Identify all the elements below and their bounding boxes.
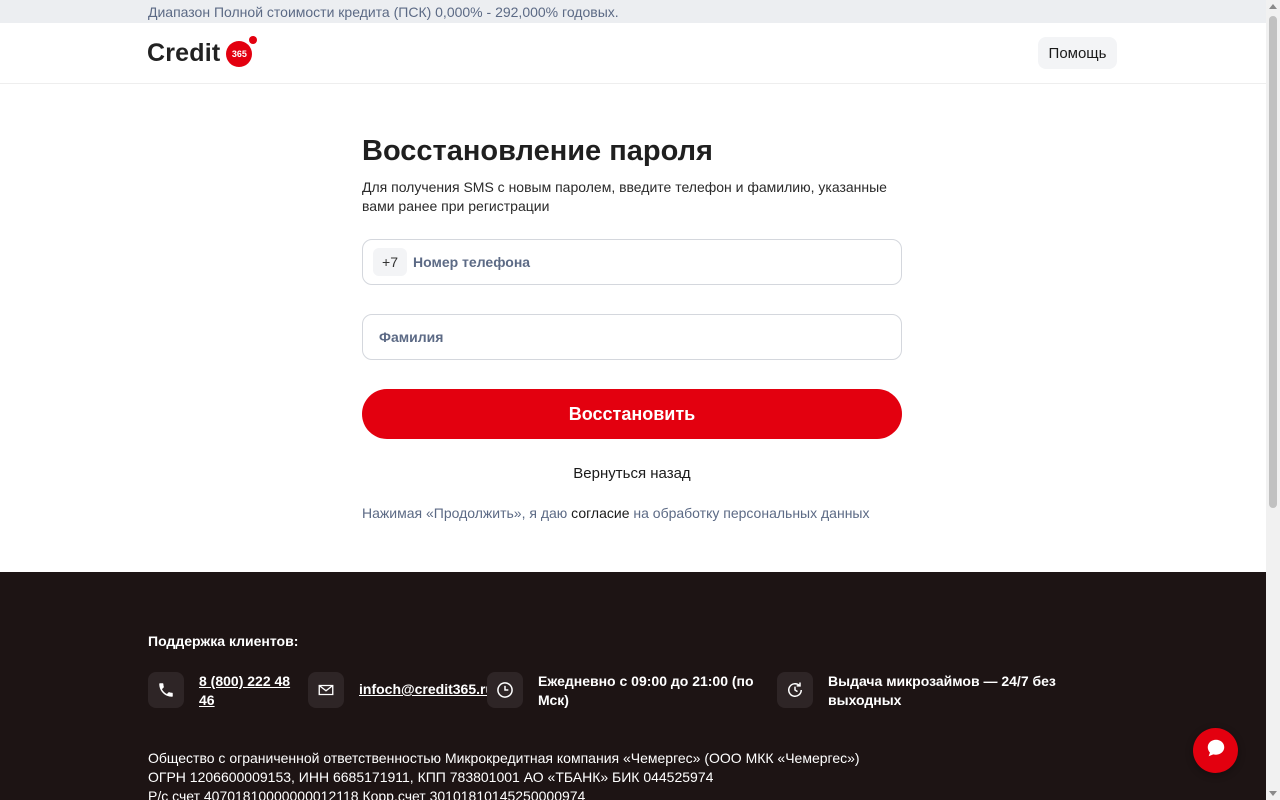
consent-suffix[interactable]: на обработку персональных данных <box>633 505 869 521</box>
help-button[interactable]: Помощь <box>1038 37 1117 69</box>
psk-banner-text: Диапазон Полной стоимости кредита (ПСК) … <box>148 4 619 20</box>
loans-schedule: Выдача микрозаймов — 24/7 без выходных <box>777 672 1068 710</box>
chat-icon <box>1205 737 1227 764</box>
refresh-clock-icon <box>777 672 813 708</box>
password-recovery-form: Восстановление пароля Для получения SMS … <box>362 133 902 521</box>
logo-badge: 365 <box>226 36 258 67</box>
phone-input[interactable] <box>413 242 883 282</box>
support-title: Поддержка клиентов: <box>148 633 299 649</box>
scroll-thumb[interactable] <box>1269 16 1277 508</box>
footer: Поддержка клиентов: 8 (800) 222 48 46 in… <box>0 572 1266 800</box>
page-subtitle: Для получения SMS с новым паролем, введи… <box>362 179 887 214</box>
legal-line: ОГРН 1206600009153, ИНН 6685171911, КПП … <box>148 769 714 785</box>
support-email-link[interactable]: infoch@credit365.ru <box>359 680 494 699</box>
support-hours-text: Ежедневно с 09:00 до 21:00 (по Мск) <box>538 673 754 708</box>
scroll-up-icon[interactable] <box>1269 4 1277 9</box>
scroll-down-icon[interactable] <box>1269 791 1277 796</box>
support-hours: Ежедневно с 09:00 до 21:00 (по Мск) <box>487 672 758 710</box>
loans-schedule-text: Выдача микрозаймов — 24/7 без выходных <box>828 673 1056 708</box>
support-email: infoch@credit365.ru <box>308 672 494 708</box>
back-link[interactable]: Вернуться назад <box>362 465 902 482</box>
header: Credit 365 Помощь <box>0 23 1266 84</box>
clock-icon <box>487 672 523 708</box>
phone-prefix: +7 <box>373 248 407 276</box>
consent-prefix: Нажимая «Продолжить», я даю <box>362 505 568 521</box>
scrollbar[interactable] <box>1266 0 1280 800</box>
page-title: Восстановление пароля <box>362 135 713 167</box>
phone-icon <box>148 672 184 708</box>
legal-line: Р/с счет 40701810000000012118 Корр.счет … <box>148 788 586 800</box>
logo-dot-icon <box>249 36 258 44</box>
logo[interactable]: Credit 365 <box>147 36 258 70</box>
surname-field[interactable] <box>362 314 902 360</box>
psk-banner: Диапазон Полной стоимости кредита (ПСК) … <box>0 0 1266 23</box>
support-phone: 8 (800) 222 48 46 <box>148 672 299 710</box>
consent-text: Нажимая «Продолжить», я даю согласие на … <box>362 505 922 521</box>
chat-button[interactable] <box>1193 728 1238 773</box>
surname-input[interactable] <box>379 317 879 357</box>
phone-field[interactable]: +7 <box>362 239 902 285</box>
email-icon <box>308 672 344 708</box>
legal-info: Общество с ограниченной ответственностью… <box>148 749 860 800</box>
logo-text: Credit <box>147 38 221 67</box>
logo-badge-text: 365 <box>231 49 247 59</box>
restore-button[interactable]: Восстановить <box>362 389 902 439</box>
support-phone-link[interactable]: 8 (800) 222 48 46 <box>199 672 299 710</box>
legal-line: Общество с ограниченной ответственностью… <box>148 750 860 766</box>
consent-link[interactable]: согласие <box>571 505 629 521</box>
